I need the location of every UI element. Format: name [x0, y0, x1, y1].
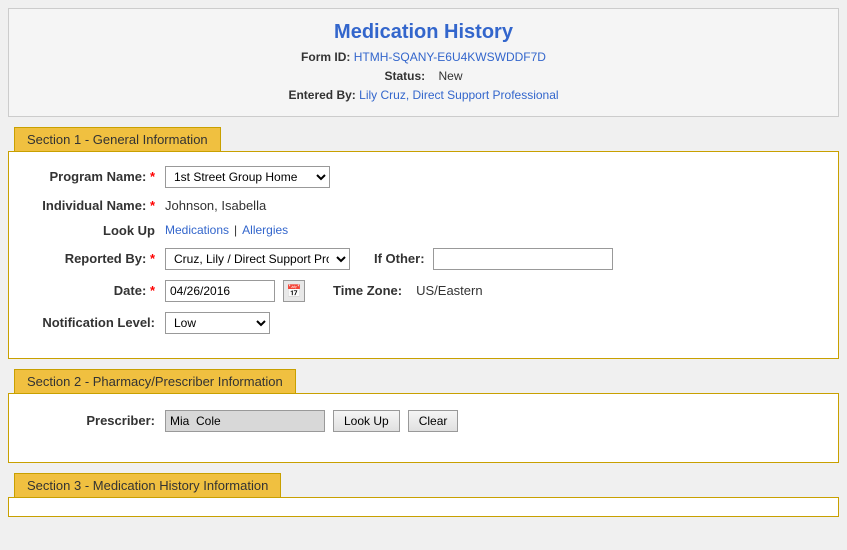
prescriber-field: Look Up Clear	[165, 410, 822, 432]
lookup-links: Medications | Allergies	[165, 223, 288, 237]
entered-by-label: Entered By:	[288, 88, 355, 102]
prescriber-label: Prescriber:	[25, 413, 165, 428]
date-input[interactable]	[165, 280, 275, 302]
page-wrapper: Medication History Form ID: HTMH-SQANY-E…	[0, 0, 847, 535]
header-section: Medication History Form ID: HTMH-SQANY-E…	[8, 8, 839, 117]
prescriber-row: Prescriber: Look Up Clear	[25, 410, 822, 432]
individual-name-label: Individual Name: *	[25, 198, 165, 213]
notification-select[interactable]: Low Medium High	[165, 312, 270, 334]
timezone-value: US/Eastern	[416, 283, 482, 298]
section1-body: Program Name: * 1st Street Group Home In…	[8, 151, 839, 359]
page-title: Medication History	[19, 21, 828, 44]
notification-label: Notification Level:	[25, 315, 165, 330]
notification-row: Notification Level: Low Medium High	[25, 312, 822, 334]
if-other-input[interactable]	[433, 248, 613, 270]
reported-by-select[interactable]: Cruz, Lily / Direct Support Prof	[165, 248, 350, 270]
program-name-field: 1st Street Group Home	[165, 166, 822, 188]
status-value: New	[439, 69, 463, 83]
reported-by-field: Cruz, Lily / Direct Support Prof If Othe…	[165, 248, 822, 270]
clear-button[interactable]: Clear	[408, 410, 459, 432]
medications-link[interactable]: Medications	[165, 223, 229, 237]
lookup-field: Medications | Allergies	[165, 223, 822, 237]
section1-tab: Section 1 - General Information	[14, 127, 221, 151]
individual-name-field: Johnson, Isabella	[165, 198, 822, 213]
individual-name-value: Johnson, Isabella	[165, 198, 266, 213]
program-name-label: Program Name: *	[25, 169, 165, 184]
lookup-button[interactable]: Look Up	[333, 410, 400, 432]
program-name-select[interactable]: 1st Street Group Home	[165, 166, 330, 188]
individual-name-row: Individual Name: * Johnson, Isabella	[25, 198, 822, 213]
prescriber-input[interactable]	[165, 410, 325, 432]
section3-body	[8, 497, 839, 517]
calendar-icon[interactable]: 📅	[283, 280, 305, 302]
date-label: Date: *	[25, 283, 165, 298]
status-label: Status:	[384, 69, 425, 83]
lookup-label: Look Up	[25, 223, 165, 238]
form-id-value: HTMH-SQANY-E6U4KWSWDDF7D	[354, 50, 546, 64]
header-meta: Form ID: HTMH-SQANY-E6U4KWSWDDF7D Status…	[19, 48, 828, 106]
allergies-link[interactable]: Allergies	[242, 223, 288, 237]
entered-by-value: Lily Cruz, Direct Support Professional	[359, 88, 558, 102]
date-row: Date: * 📅 Time Zone: US/Eastern	[25, 280, 822, 302]
lookup-row: Look Up Medications | Allergies	[25, 223, 822, 238]
form-id-label: Form ID:	[301, 50, 350, 64]
section2-tab: Section 2 - Pharmacy/Prescriber Informat…	[14, 369, 296, 393]
reported-by-label: Reported By: *	[25, 251, 165, 266]
section2-body: Prescriber: Look Up Clear	[8, 393, 839, 463]
section2-container: Section 2 - Pharmacy/Prescriber Informat…	[8, 369, 839, 463]
section3-tab: Section 3 - Medication History Informati…	[14, 473, 281, 497]
reported-by-row: Reported By: * Cruz, Lily / Direct Suppo…	[25, 248, 822, 270]
timezone-label: Time Zone:	[333, 283, 402, 298]
program-name-row: Program Name: * 1st Street Group Home	[25, 166, 822, 188]
date-field: 📅 Time Zone: US/Eastern	[165, 280, 822, 302]
lookup-separator: |	[234, 223, 237, 237]
section3-container: Section 3 - Medication History Informati…	[8, 473, 839, 517]
if-other-label: If Other:	[374, 251, 425, 266]
section1-container: Section 1 - General Information Program …	[8, 127, 839, 359]
notification-field: Low Medium High	[165, 312, 822, 334]
